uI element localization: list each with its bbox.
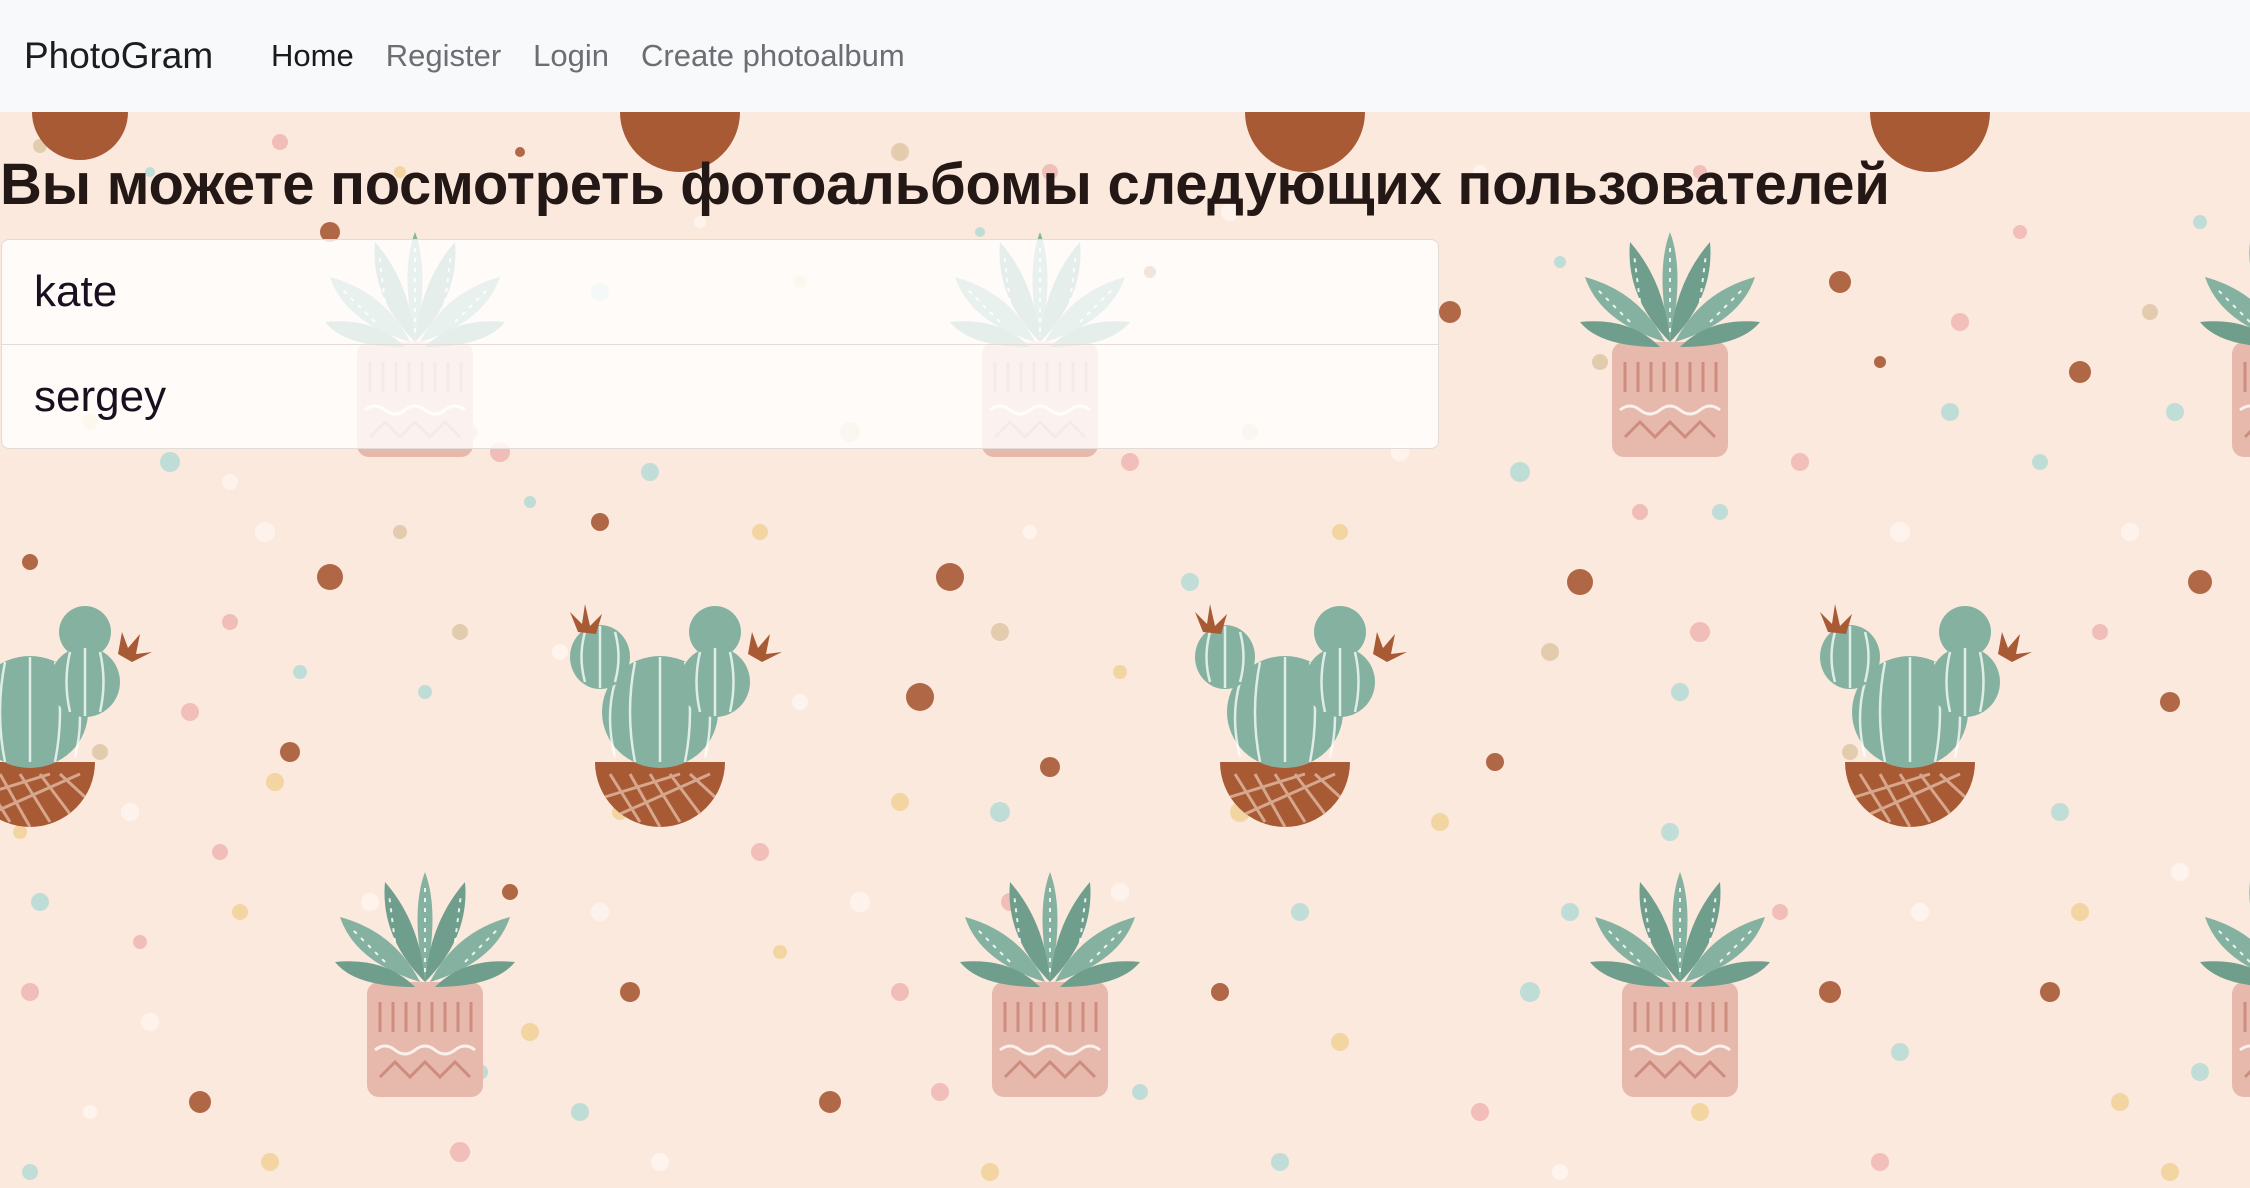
nav-create-photoalbum-link[interactable]: Create photoalbum [641,35,905,77]
nav-register-link[interactable]: Register [386,35,501,77]
page-title: Вы можете посмотреть фотоальбомы следующ… [0,152,1890,217]
user-list: kate sergey [1,239,1439,449]
user-list-item-kate[interactable]: kate [2,240,1438,344]
brand-link[interactable]: PhotoGram [24,31,213,81]
main-content: Вы можете посмотреть фотоальбомы следующ… [0,112,2250,1188]
top-navbar: PhotoGram Home Register Login Create pho… [0,0,2250,112]
nav-login-link[interactable]: Login [533,35,609,77]
user-list-item-sergey[interactable]: sergey [2,344,1438,448]
nav-home-link[interactable]: Home [271,35,354,77]
nav-links: Home Register Login Create photoalbum [271,35,937,77]
